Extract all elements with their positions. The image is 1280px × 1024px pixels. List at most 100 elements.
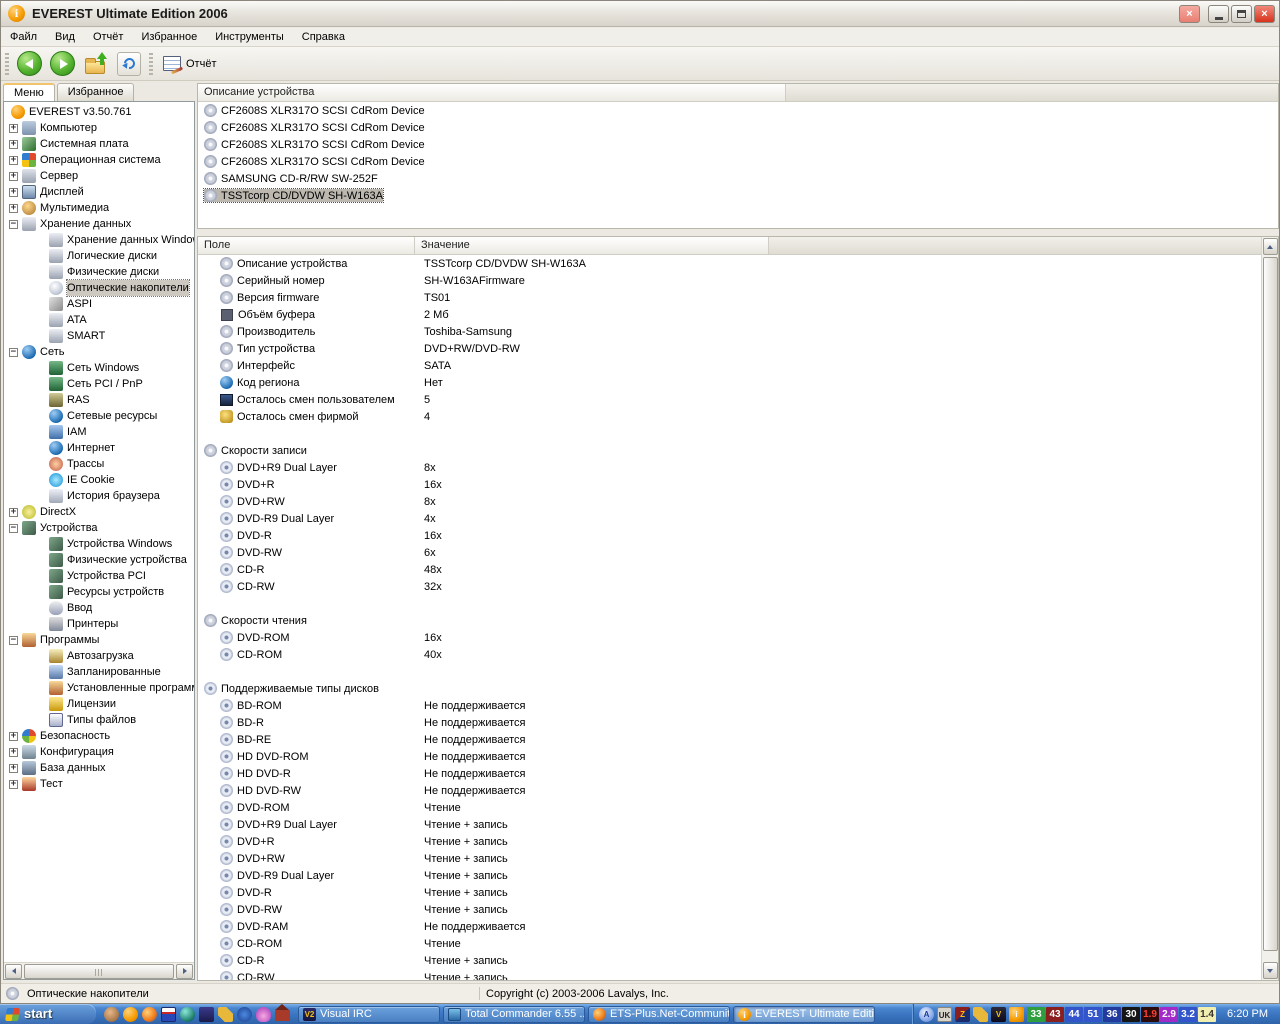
sidebar-item[interactable]: Запланированные bbox=[4, 664, 194, 680]
task-button[interactable]: Total Commander 6.55 ... bbox=[443, 1006, 585, 1023]
table-row[interactable]: Код регионаНет bbox=[198, 374, 1261, 391]
lightning-icon[interactable] bbox=[237, 1007, 252, 1022]
up-level-button[interactable] bbox=[83, 52, 109, 76]
sidebar-item[interactable]: −Устройства bbox=[4, 520, 194, 536]
sensor-badge[interactable]: 43 bbox=[1046, 1007, 1064, 1022]
everest-icon[interactable] bbox=[123, 1007, 138, 1022]
table-row[interactable]: DVD+RЧтение + запись bbox=[198, 833, 1261, 850]
expander-minus-icon[interactable]: − bbox=[9, 524, 18, 533]
sidebar-item[interactable]: Лицензии bbox=[4, 696, 194, 712]
table-row[interactable]: CD-RW32x bbox=[198, 578, 1261, 595]
table-row[interactable]: BD-REНе поддерживается bbox=[198, 731, 1261, 748]
field-column-header[interactable]: Поле bbox=[198, 237, 415, 254]
table-row[interactable]: BD-RНе поддерживается bbox=[198, 714, 1261, 731]
sidebar-item[interactable]: −Хранение данных bbox=[4, 216, 194, 232]
expander-plus-icon[interactable]: + bbox=[9, 140, 18, 149]
expander-plus-icon[interactable]: + bbox=[9, 124, 18, 133]
task-button[interactable]: iEVEREST Ultimate Edition bbox=[733, 1006, 875, 1023]
minimize-button[interactable] bbox=[1208, 5, 1229, 23]
properties-vertical-scrollbar[interactable] bbox=[1261, 237, 1278, 980]
sensor-badge[interactable]: 3.2 bbox=[1179, 1007, 1197, 1022]
table-row[interactable]: ПроизводительToshiba-Samsung bbox=[198, 323, 1261, 340]
table-row[interactable]: CD-RЧтение + запись bbox=[198, 952, 1261, 969]
sidebar-horizontal-scrollbar[interactable] bbox=[4, 962, 194, 979]
table-row[interactable]: DVD-R9 Dual LayerЧтение + запись bbox=[198, 867, 1261, 884]
tab-favorites[interactable]: Избранное bbox=[57, 83, 135, 102]
table-row[interactable]: CD-ROM40x bbox=[198, 646, 1261, 663]
sidebar-item[interactable]: EVEREST v3.50.761 bbox=[4, 104, 194, 120]
expander-plus-icon[interactable]: + bbox=[9, 156, 18, 165]
sidebar-item[interactable]: Ресурсы устройств bbox=[4, 584, 194, 600]
tab-menu[interactable]: Меню bbox=[3, 83, 55, 102]
device-list-item[interactable]: TSSTcorp CD/DVDW SH-W163A bbox=[198, 187, 1278, 204]
menu-item[interactable]: Инструменты bbox=[206, 28, 293, 46]
table-row[interactable]: DVD+R9 Dual LayerЧтение + запись bbox=[198, 816, 1261, 833]
sidebar-item[interactable]: Принтеры bbox=[4, 616, 194, 632]
brush-icon[interactable] bbox=[218, 1007, 233, 1022]
sidebar-item[interactable]: +Операционная система bbox=[4, 152, 194, 168]
sensor-badge[interactable]: 1.4 bbox=[1198, 1007, 1216, 1022]
group-row[interactable]: Скорости записи bbox=[198, 442, 1261, 459]
sensor-badge[interactable]: 2.9 bbox=[1160, 1007, 1178, 1022]
sensor-badge[interactable]: 51 bbox=[1084, 1007, 1102, 1022]
expander-plus-icon[interactable]: + bbox=[9, 732, 18, 741]
sensor-badge[interactable]: 44 bbox=[1065, 1007, 1083, 1022]
task-button[interactable]: V2Visual IRC bbox=[298, 1006, 440, 1023]
table-row[interactable]: Версия firmwareTS01 bbox=[198, 289, 1261, 306]
restore-button[interactable] bbox=[1231, 5, 1252, 23]
table-row[interactable]: DVD-RЧтение + запись bbox=[198, 884, 1261, 901]
table-row[interactable]: BD-ROMНе поддерживается bbox=[198, 697, 1261, 714]
brush-tray-icon[interactable] bbox=[973, 1007, 988, 1022]
sidebar-item[interactable]: Сеть PCI / PnP bbox=[4, 376, 194, 392]
table-row[interactable]: Тип устройстваDVD+RW/DVD-RW bbox=[198, 340, 1261, 357]
sidebar-item[interactable]: −Сеть bbox=[4, 344, 194, 360]
menu-item[interactable]: Справка bbox=[293, 28, 354, 46]
refresh-button[interactable] bbox=[117, 52, 141, 76]
everest-tray-icon[interactable]: i bbox=[1009, 1007, 1024, 1022]
sidebar-item[interactable]: ATA bbox=[4, 312, 194, 328]
table-row[interactable]: CD-ROMЧтение bbox=[198, 935, 1261, 952]
sidebar-item[interactable]: Установленные программы bbox=[4, 680, 194, 696]
sidebar-item[interactable]: Хранение данных Windows bbox=[4, 232, 194, 248]
table-row[interactable]: DVD+RWЧтение + запись bbox=[198, 850, 1261, 867]
task-button[interactable]: ETS-Plus.Net-Communit... bbox=[588, 1006, 730, 1023]
sidebar-item[interactable]: IE Cookie bbox=[4, 472, 194, 488]
horizontal-scroll-thumb[interactable] bbox=[24, 964, 174, 979]
expander-plus-icon[interactable]: + bbox=[9, 204, 18, 213]
sidebar-item[interactable]: Трассы bbox=[4, 456, 194, 472]
table-row[interactable]: DVD-RW6x bbox=[198, 544, 1261, 561]
flame-icon[interactable] bbox=[256, 1007, 271, 1022]
expander-plus-icon[interactable]: + bbox=[9, 188, 18, 197]
table-row[interactable]: Объём буфера2 Мб bbox=[198, 306, 1261, 323]
scroll-down-button[interactable] bbox=[1263, 962, 1278, 979]
scroll-right-button[interactable] bbox=[176, 964, 193, 979]
sensor-badge[interactable]: 30 bbox=[1122, 1007, 1140, 1022]
sidebar-item[interactable]: +Компьютер bbox=[4, 120, 194, 136]
sidebar-item[interactable]: +Сервер bbox=[4, 168, 194, 184]
table-row[interactable]: CD-RWЧтение + запись bbox=[198, 969, 1261, 980]
sidebar-item[interactable]: Ввод bbox=[4, 600, 194, 616]
sidebar-item[interactable]: Типы файлов bbox=[4, 712, 194, 728]
sensor-badge[interactable]: 1.9 bbox=[1141, 1007, 1159, 1022]
table-row[interactable]: HD DVD-RНе поддерживается bbox=[198, 765, 1261, 782]
sidebar-item[interactable]: +Конфигурация bbox=[4, 744, 194, 760]
menu-item[interactable]: Вид bbox=[46, 28, 84, 46]
close-button[interactable]: × bbox=[1254, 5, 1275, 23]
table-row[interactable]: Описание устройстваTSSTcorp CD/DVDW SH-W… bbox=[198, 255, 1261, 272]
table-row[interactable]: DVD+R16x bbox=[198, 476, 1261, 493]
expander-plus-icon[interactable]: + bbox=[9, 764, 18, 773]
vshield-icon[interactable]: V bbox=[991, 1007, 1006, 1022]
expander-minus-icon[interactable]: − bbox=[9, 636, 18, 645]
table-row[interactable]: DVD-R16x bbox=[198, 527, 1261, 544]
table-row[interactable]: Осталось смен пользователем5 bbox=[198, 391, 1261, 408]
table-row[interactable]: Серийный номерSH-W163AFirmware bbox=[198, 272, 1261, 289]
sensor-badge[interactable]: 36 bbox=[1103, 1007, 1121, 1022]
device-list-item[interactable]: SAMSUNG CD-R/RW SW-252F bbox=[198, 170, 1278, 187]
menu-item[interactable]: Файл bbox=[1, 28, 46, 46]
v3-icon[interactable] bbox=[199, 1007, 214, 1022]
expander-plus-icon[interactable]: + bbox=[9, 172, 18, 181]
start-button[interactable]: start bbox=[0, 1004, 96, 1024]
expander-plus-icon[interactable]: + bbox=[9, 748, 18, 757]
report-button[interactable]: Отчёт bbox=[157, 54, 222, 73]
device-list-item[interactable]: CF2608S XLR317O SCSI CdRom Device bbox=[198, 119, 1278, 136]
